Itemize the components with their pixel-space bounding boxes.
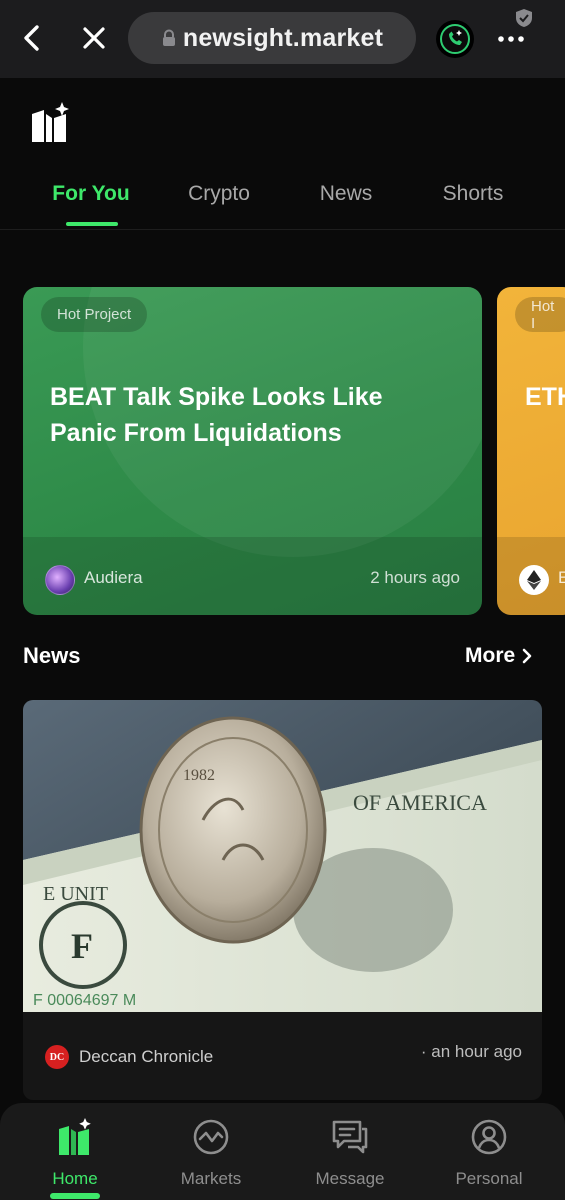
card-title: ETH Lev — [525, 383, 565, 411]
card-title: BEAT Talk Spike Looks Like Panic From Li… — [50, 383, 383, 447]
address-bar[interactable]: newsight.market — [128, 12, 416, 64]
active-nav-indicator — [50, 1193, 100, 1199]
featured-card[interactable]: Hot Project BEAT Talk Spike Looks Like P… — [23, 287, 482, 615]
rupee-coin-dollar-bill-image: F F 00064697 M OF AMERICA E UNIT 1982 — [23, 700, 542, 1012]
nav-message[interactable]: Message — [295, 1117, 405, 1189]
card-timestamp: 2 hours ago — [370, 568, 460, 587]
lock-icon — [162, 29, 175, 46]
more-horizontal-icon — [498, 36, 524, 42]
tab-news[interactable]: News — [286, 182, 406, 206]
card-tag: Hot I — [515, 297, 565, 332]
tab-crypto[interactable]: Crypto — [159, 182, 279, 206]
phone-call-icon — [440, 24, 470, 54]
author-name: E — [558, 568, 565, 587]
browser-toolbar: newsight.market — [0, 0, 565, 78]
news-timestamp: · an hour ago — [420, 1042, 522, 1061]
svg-text:OF AMERICA: OF AMERICA — [353, 790, 487, 815]
home-logo-icon — [59, 1118, 91, 1155]
chevron-left-icon — [24, 25, 39, 51]
nav-message-label: Message — [315, 1169, 385, 1188]
message-icon — [332, 1120, 368, 1154]
ethereum-icon — [519, 565, 549, 595]
nav-markets[interactable]: Markets — [156, 1117, 266, 1189]
news-source-name: Deccan Chronicle — [79, 1047, 214, 1066]
card-tag: Hot Project — [41, 297, 148, 332]
svg-text:F 00064697 M: F 00064697 M — [33, 992, 136, 1009]
more-news-link[interactable]: More — [465, 644, 533, 668]
close-icon — [83, 27, 105, 49]
markets-icon — [193, 1119, 229, 1155]
news-source-logo: DC — [45, 1045, 69, 1069]
back-button[interactable] — [14, 20, 50, 56]
nav-home-label: Home — [52, 1169, 98, 1188]
card-footer: Audiera 2 hours ago — [23, 537, 482, 615]
category-tabs: For You Crypto News Shorts — [0, 168, 565, 230]
person-icon — [471, 1119, 507, 1155]
news-section-heading: News — [23, 643, 81, 668]
author-name: Audiera — [84, 568, 143, 587]
shield-icon — [516, 9, 532, 27]
close-tab-button[interactable] — [76, 20, 112, 56]
tab-for-you[interactable]: For You — [31, 182, 151, 206]
nav-home[interactable]: Home — [20, 1117, 130, 1189]
nav-personal-label: Personal — [455, 1169, 523, 1188]
tab-shorts[interactable]: Shorts — [413, 182, 533, 206]
svg-text:F: F — [71, 926, 93, 966]
svg-text:1982: 1982 — [183, 767, 215, 784]
active-tab-indicator — [66, 222, 118, 226]
card-footer: E — [497, 537, 565, 615]
newsight-logo-icon — [32, 102, 69, 142]
author-avatar — [45, 565, 75, 595]
nav-personal[interactable]: Personal — [434, 1117, 544, 1189]
chevron-right-icon — [522, 648, 532, 664]
more-label: More — [465, 644, 516, 667]
call-button[interactable] — [436, 20, 474, 58]
bottom-navigation: Home Markets Message Personal — [0, 1103, 565, 1200]
url-text: newsight.market — [182, 23, 384, 52]
featured-card-next[interactable]: Hot I ETH Lev E — [497, 287, 565, 615]
svg-text:E UNIT: E UNIT — [43, 883, 108, 905]
news-item[interactable]: F F 00064697 M OF AMERICA E UNIT 1982 DC… — [23, 700, 542, 1100]
nav-markets-label: Markets — [180, 1169, 242, 1188]
